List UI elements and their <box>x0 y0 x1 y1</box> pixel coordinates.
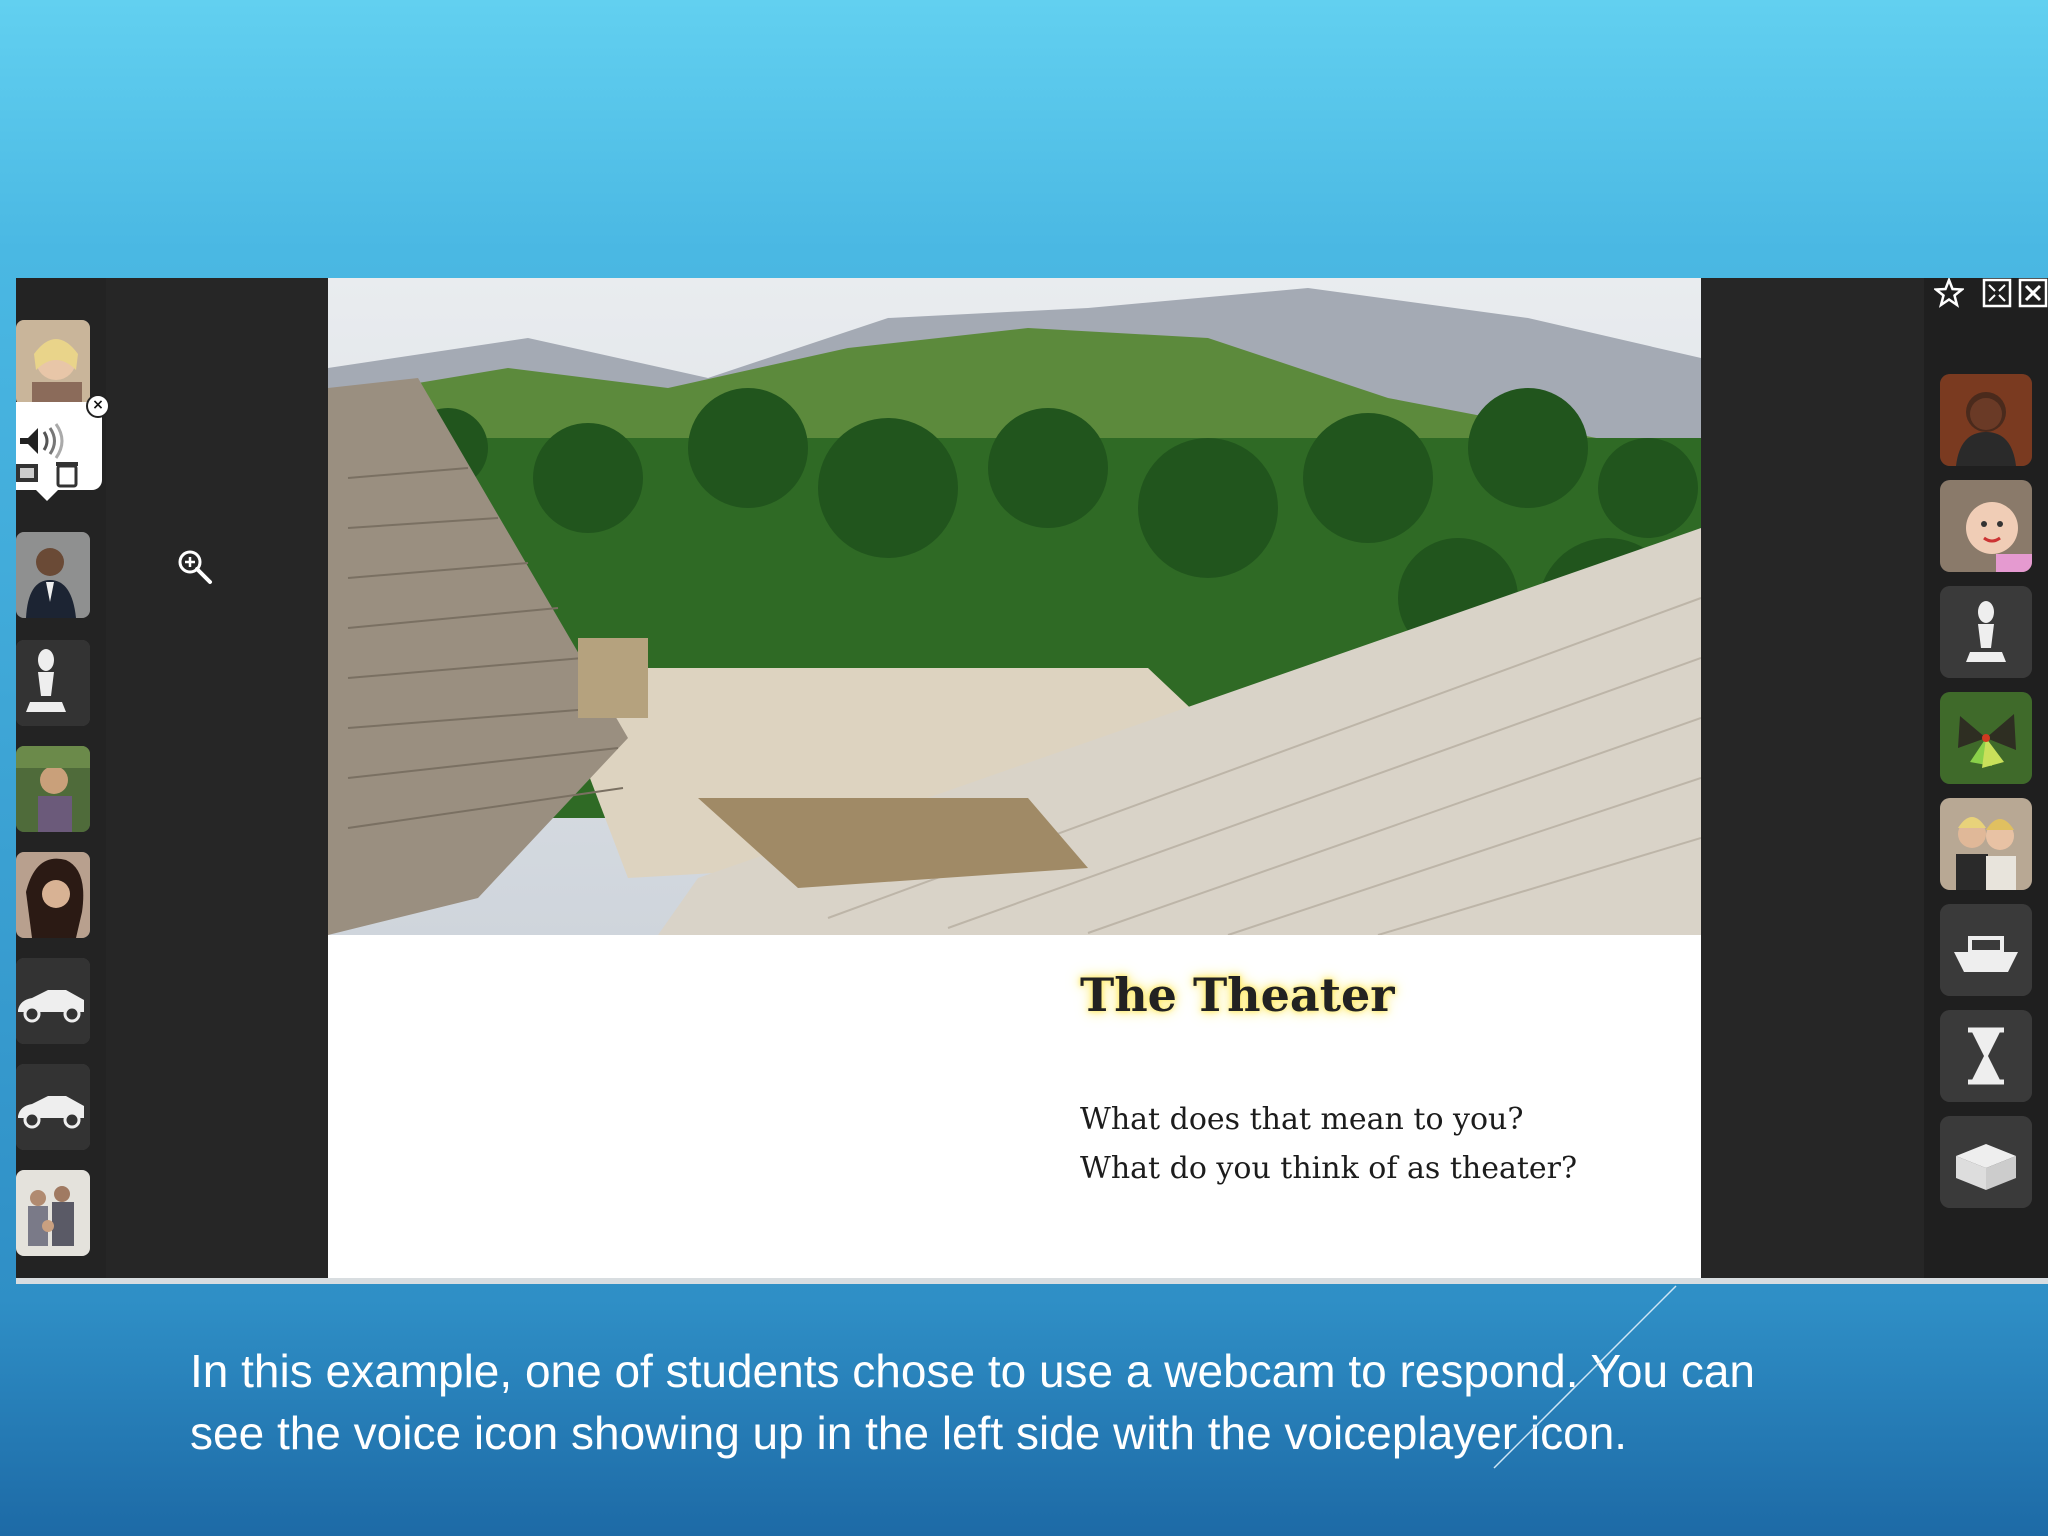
zoom-in-icon[interactable] <box>176 548 216 588</box>
butterfly-image[interactable] <box>1940 692 2032 784</box>
left-margin <box>106 278 328 1278</box>
theater-photo <box>328 278 1701 935</box>
recording-icon[interactable] <box>16 464 38 482</box>
fullscreen-icon[interactable] <box>1982 278 2012 308</box>
car-icon[interactable] <box>16 1064 90 1150</box>
right-margin <box>1701 278 1946 1278</box>
car-icon[interactable] <box>16 958 90 1044</box>
divider-line <box>16 1278 2048 1284</box>
boat-icon[interactable] <box>1940 904 2032 996</box>
box-icon[interactable] <box>1940 1116 2032 1208</box>
slide-caption: In this example, one of students chose t… <box>190 1340 1970 1464</box>
slide-question: What does that mean to you? <box>1080 1102 1524 1137</box>
avatar-woman-blonde[interactable] <box>16 320 90 406</box>
voicethread-screenshot: × The Theater What does that mean to you… <box>16 278 2048 1284</box>
speaker-icon[interactable] <box>20 423 64 459</box>
star-icon[interactable] <box>1934 278 1964 308</box>
avatar-woman-smiling[interactable] <box>1940 374 2032 466</box>
decorative-line <box>1493 1285 1677 1469</box>
chess-bishop-icon[interactable] <box>1940 586 2032 678</box>
voice-comment-popup[interactable] <box>16 402 102 501</box>
close-icon[interactable] <box>2018 278 2048 308</box>
trash-icon[interactable] <box>56 462 78 488</box>
close-icon[interactable]: × <box>86 394 110 418</box>
avatar-two-girls[interactable] <box>1940 798 2032 890</box>
chess-bishop-icon[interactable] <box>16 640 90 726</box>
avatar-woman-dark-hair[interactable] <box>16 852 90 938</box>
hourglass-icon[interactable] <box>1940 1010 2032 1102</box>
slide: The Theater What does that mean to you? … <box>328 278 1701 1278</box>
caption-line: see the voice icon showing up in the lef… <box>190 1407 1628 1459</box>
slide-title: The Theater <box>1080 968 1395 1022</box>
avatar-man-suit[interactable] <box>16 532 90 618</box>
slide-question: What do you think of as theater? <box>1080 1151 1578 1186</box>
avatar-family[interactable] <box>16 1170 90 1256</box>
caption-line: In this example, one of students chose t… <box>190 1345 1756 1397</box>
avatar-baby[interactable] <box>1940 480 2032 572</box>
avatar-woman-green[interactable] <box>16 746 90 832</box>
